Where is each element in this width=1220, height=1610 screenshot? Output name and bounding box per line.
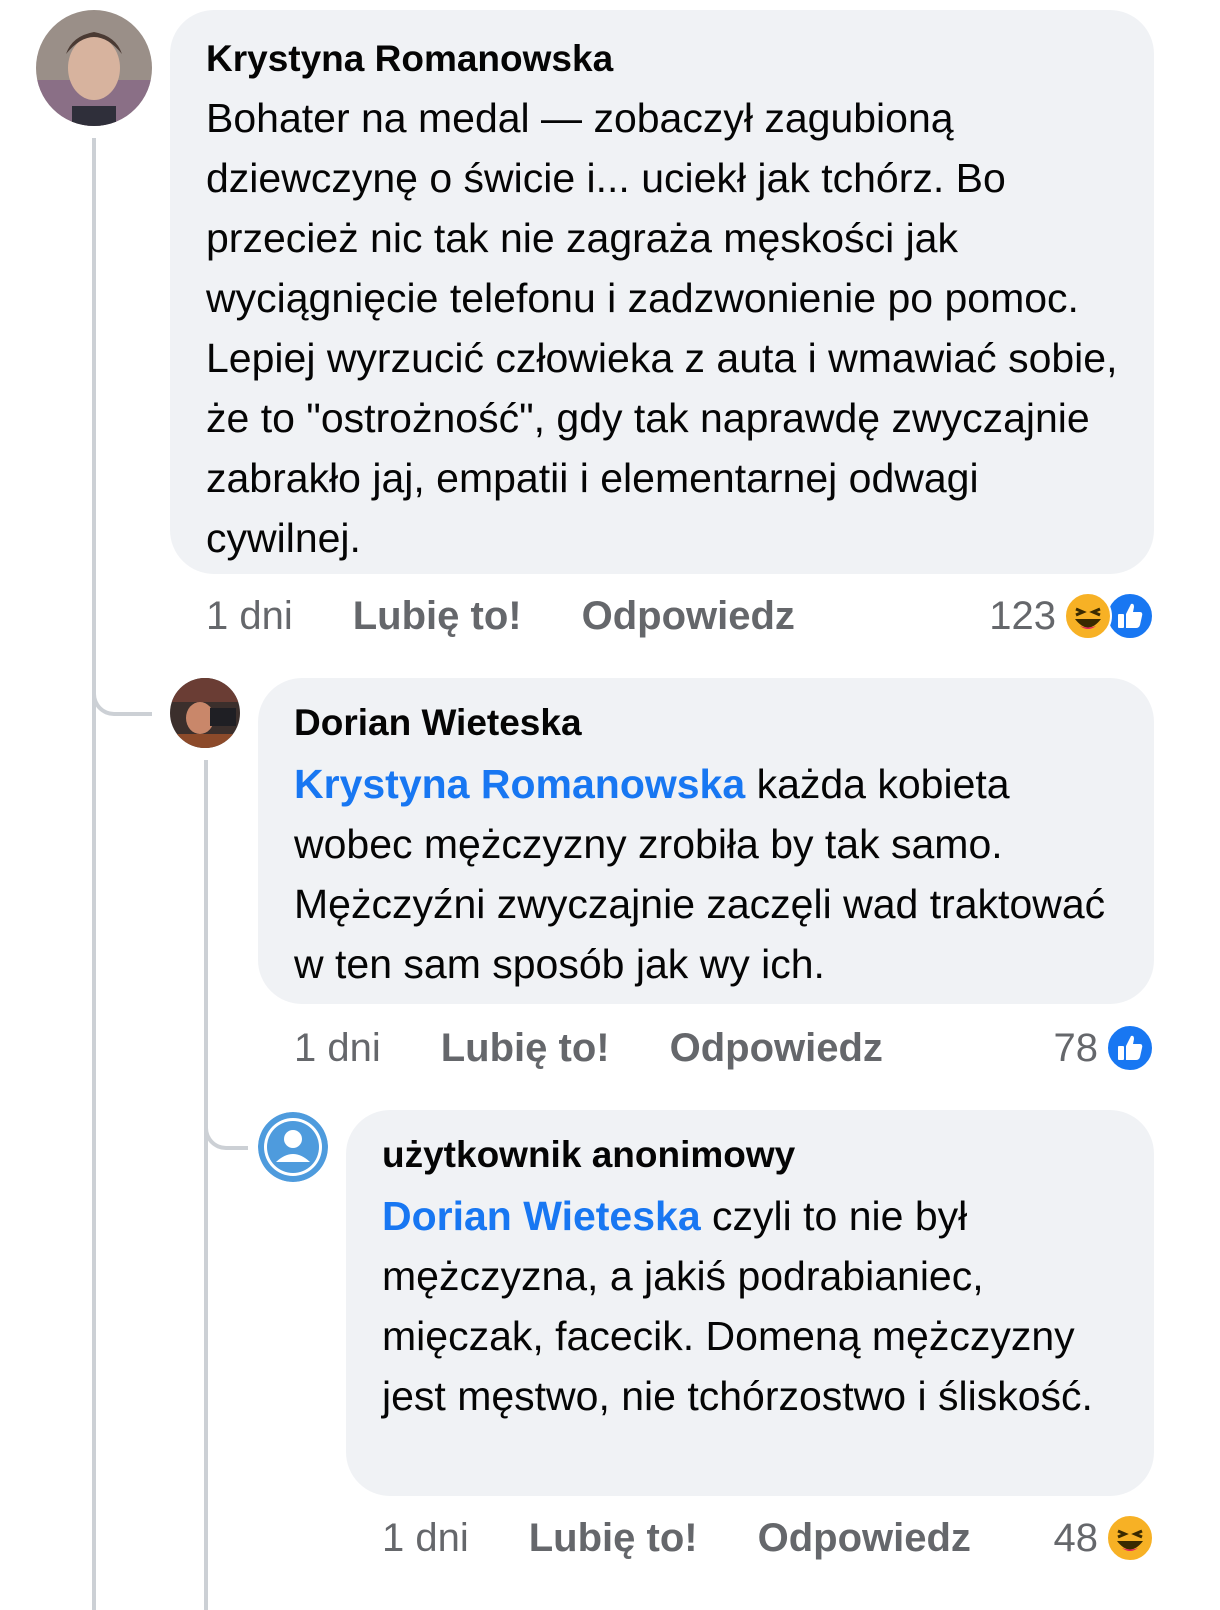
reaction-count: 78 [1053,1025,1099,1070]
thread-elbow-reply-2 [204,1080,248,1150]
like-button[interactable]: Lubię to! [529,1516,698,1561]
reply-button[interactable]: Odpowiedz [670,1026,883,1071]
comment-body: Bohater na medal — zobaczył zagubioną dz… [206,95,1118,561]
reaction-count: 123 [989,593,1056,638]
reply-button[interactable]: Odpowiedz [758,1516,971,1561]
comment-actions: 1 dni Lubię to! Odpowiedz [206,586,795,646]
comment-text: Dorian Wieteska czyli to nie był mężczyz… [382,1186,1118,1426]
mention-link[interactable]: Dorian Wieteska [382,1193,701,1239]
comment-actions: 1 dni Lubię to! Odpowiedz [382,1508,971,1568]
reaction-summary[interactable]: 48 [1053,1508,1154,1568]
profile-photo-icon [36,10,152,126]
comment-text: Bohater na medal — zobaczył zagubioną dz… [206,88,1118,568]
thread-elbow-reply-1 [92,640,152,716]
comment-author[interactable]: Dorian Wieteska [294,700,1118,746]
haha-icon [1106,1514,1154,1562]
like-icon [1106,592,1154,640]
default-user-icon [258,1112,328,1182]
avatar-dorian[interactable] [170,678,240,748]
like-button[interactable]: Lubię to! [353,594,522,639]
comment-time[interactable]: 1 dni [382,1516,469,1561]
comment-time[interactable]: 1 dni [294,1026,381,1071]
comment-author[interactable]: użytkownik anonimowy [382,1132,1118,1178]
haha-icon [1064,592,1112,640]
comment-actions: 1 dni Lubię to! Odpowiedz [294,1018,883,1078]
thread-line-main [92,138,96,1610]
reaction-count: 48 [1053,1515,1099,1560]
comment-bubble: Krystyna Romanowska Bohater na medal — z… [170,10,1154,574]
like-icon [1106,1024,1154,1072]
reaction-summary[interactable]: 123 [989,586,1154,646]
comment-author[interactable]: Krystyna Romanowska [206,36,1118,82]
comment-text: Krystyna Romanowska każda kobieta wobec … [294,754,1118,994]
avatar-krystyna[interactable] [36,10,152,126]
like-button[interactable]: Lubię to! [441,1026,610,1071]
mention-link[interactable]: Krystyna Romanowska [294,761,745,807]
comment-time[interactable]: 1 dni [206,594,293,639]
reaction-summary[interactable]: 78 [1053,1018,1154,1078]
reply-bubble: użytkownik anonimowy Dorian Wieteska czy… [346,1110,1154,1496]
reply-bubble: Dorian Wieteska Krystyna Romanowska każd… [258,678,1154,1004]
thread-line-reply [204,760,208,1610]
avatar-anonymous[interactable] [258,1112,328,1182]
profile-photo-icon [170,678,240,748]
reply-button[interactable]: Odpowiedz [582,594,795,639]
